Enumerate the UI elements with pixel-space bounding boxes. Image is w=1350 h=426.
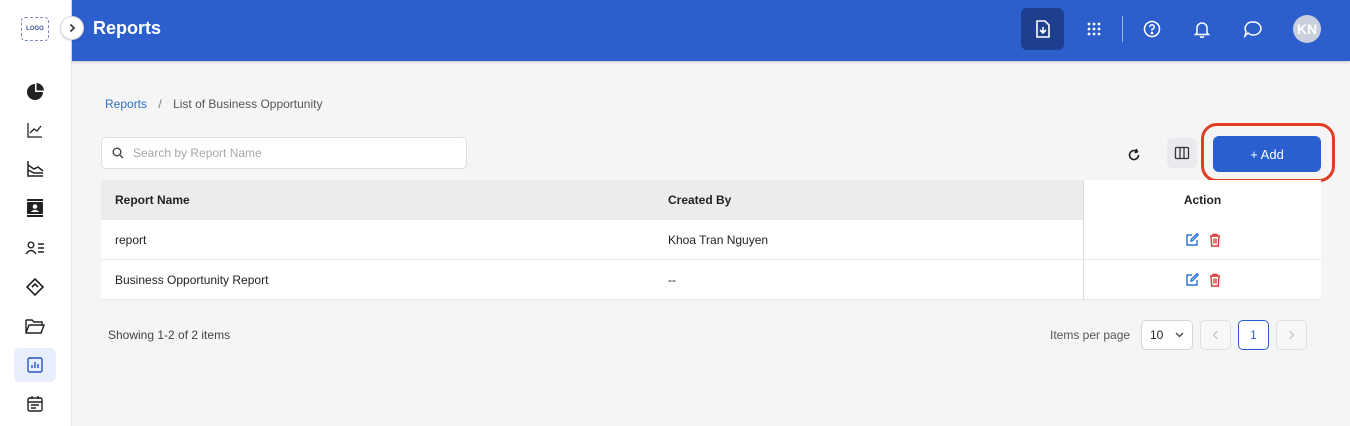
chevron-left-icon bbox=[1212, 330, 1218, 340]
prev-page-button[interactable] bbox=[1200, 320, 1231, 350]
sidebar-item-deals[interactable] bbox=[14, 270, 56, 304]
pie-chart-icon bbox=[27, 83, 44, 100]
delete-icon[interactable] bbox=[1209, 233, 1221, 247]
header-divider bbox=[1122, 16, 1123, 42]
created-by-cell: Khoa Tran Nguyen bbox=[668, 232, 769, 247]
logo: LOGO bbox=[21, 17, 49, 41]
sidebar-item-contacts[interactable] bbox=[14, 191, 56, 225]
sidebar-toggle-button[interactable] bbox=[60, 16, 84, 40]
delete-icon[interactable] bbox=[1209, 273, 1221, 287]
chevron-down-icon bbox=[1175, 332, 1184, 338]
download-icon bbox=[1035, 20, 1050, 38]
sidebar-item-dashboard[interactable] bbox=[14, 75, 56, 109]
table-row: Business Opportunity Report -- bbox=[101, 260, 1321, 300]
apps-button[interactable] bbox=[1072, 8, 1115, 50]
table-header-row: Report Name Created By Action bbox=[101, 180, 1321, 220]
sidebar-item-calendar[interactable] bbox=[14, 387, 56, 421]
download-button[interactable] bbox=[1021, 8, 1064, 50]
notifications-button[interactable] bbox=[1180, 8, 1223, 50]
page-1-button[interactable]: 1 bbox=[1238, 320, 1269, 350]
reports-table: Report Name Created By Action report Kho… bbox=[101, 180, 1321, 300]
calendar-icon bbox=[27, 396, 43, 412]
user-list-icon bbox=[25, 241, 44, 255]
breadcrumb-current: List of Business Opportunity bbox=[173, 97, 323, 111]
sidebar-item-analytics[interactable] bbox=[14, 113, 56, 147]
items-per-page-value: 10 bbox=[1150, 328, 1164, 342]
search-box bbox=[101, 137, 467, 169]
action-cell bbox=[1083, 220, 1321, 259]
breadcrumb: Reports / List of Business Opportunity bbox=[105, 97, 322, 111]
table-row: report Khoa Tran Nguyen bbox=[101, 220, 1321, 260]
page-title: Reports bbox=[93, 18, 162, 38]
report-name-cell[interactable]: report bbox=[115, 233, 146, 247]
grid-icon bbox=[1087, 22, 1100, 36]
chevron-right-icon bbox=[1289, 330, 1295, 340]
tag-icon bbox=[25, 277, 45, 297]
showing-items-text: Showing 1-2 of 2 items bbox=[108, 328, 231, 342]
column-header-action: Action bbox=[1083, 180, 1321, 220]
sidebar-item-reports[interactable] bbox=[14, 348, 56, 382]
breadcrumb-separator: / bbox=[158, 97, 162, 111]
edit-icon[interactable] bbox=[1185, 272, 1199, 287]
columns-button[interactable] bbox=[1167, 138, 1197, 168]
sidebar: LOGO bbox=[0, 0, 72, 426]
chat-button[interactable] bbox=[1231, 8, 1274, 50]
column-header-report-name[interactable]: Report Name bbox=[115, 193, 190, 207]
column-header-created-by[interactable]: Created By bbox=[668, 193, 731, 207]
search-input[interactable] bbox=[133, 146, 433, 160]
folder-icon bbox=[25, 319, 45, 334]
contact-card-icon bbox=[27, 199, 43, 217]
chat-icon bbox=[1243, 21, 1262, 38]
sidebar-item-trends[interactable] bbox=[14, 152, 56, 186]
refresh-button[interactable] bbox=[1119, 140, 1149, 170]
breadcrumb-link-reports[interactable]: Reports bbox=[105, 97, 147, 111]
help-icon bbox=[1143, 20, 1160, 38]
next-page-button[interactable] bbox=[1276, 320, 1307, 350]
edit-icon[interactable] bbox=[1185, 232, 1199, 247]
report-name-cell[interactable]: Business Opportunity Report bbox=[115, 273, 268, 287]
items-per-page-select[interactable]: 10 bbox=[1141, 320, 1193, 350]
refresh-icon bbox=[1128, 148, 1140, 161]
created-by-cell: -- bbox=[668, 272, 676, 287]
bell-icon bbox=[1193, 22, 1210, 38]
area-chart-icon bbox=[27, 161, 44, 177]
avatar[interactable]: KN bbox=[1293, 15, 1321, 43]
columns-icon bbox=[1174, 146, 1190, 160]
report-icon bbox=[27, 357, 43, 373]
search-icon bbox=[112, 147, 124, 159]
items-per-page-label: Items per page bbox=[1050, 328, 1131, 342]
top-header: Reports KN bbox=[72, 0, 1350, 61]
action-cell bbox=[1083, 260, 1321, 299]
chevron-right-icon bbox=[69, 23, 76, 33]
add-button[interactable]: + Add bbox=[1213, 136, 1321, 172]
sidebar-item-files[interactable] bbox=[14, 309, 56, 343]
line-chart-icon bbox=[27, 123, 42, 138]
help-button[interactable] bbox=[1130, 8, 1173, 50]
sidebar-item-users[interactable] bbox=[14, 231, 56, 265]
